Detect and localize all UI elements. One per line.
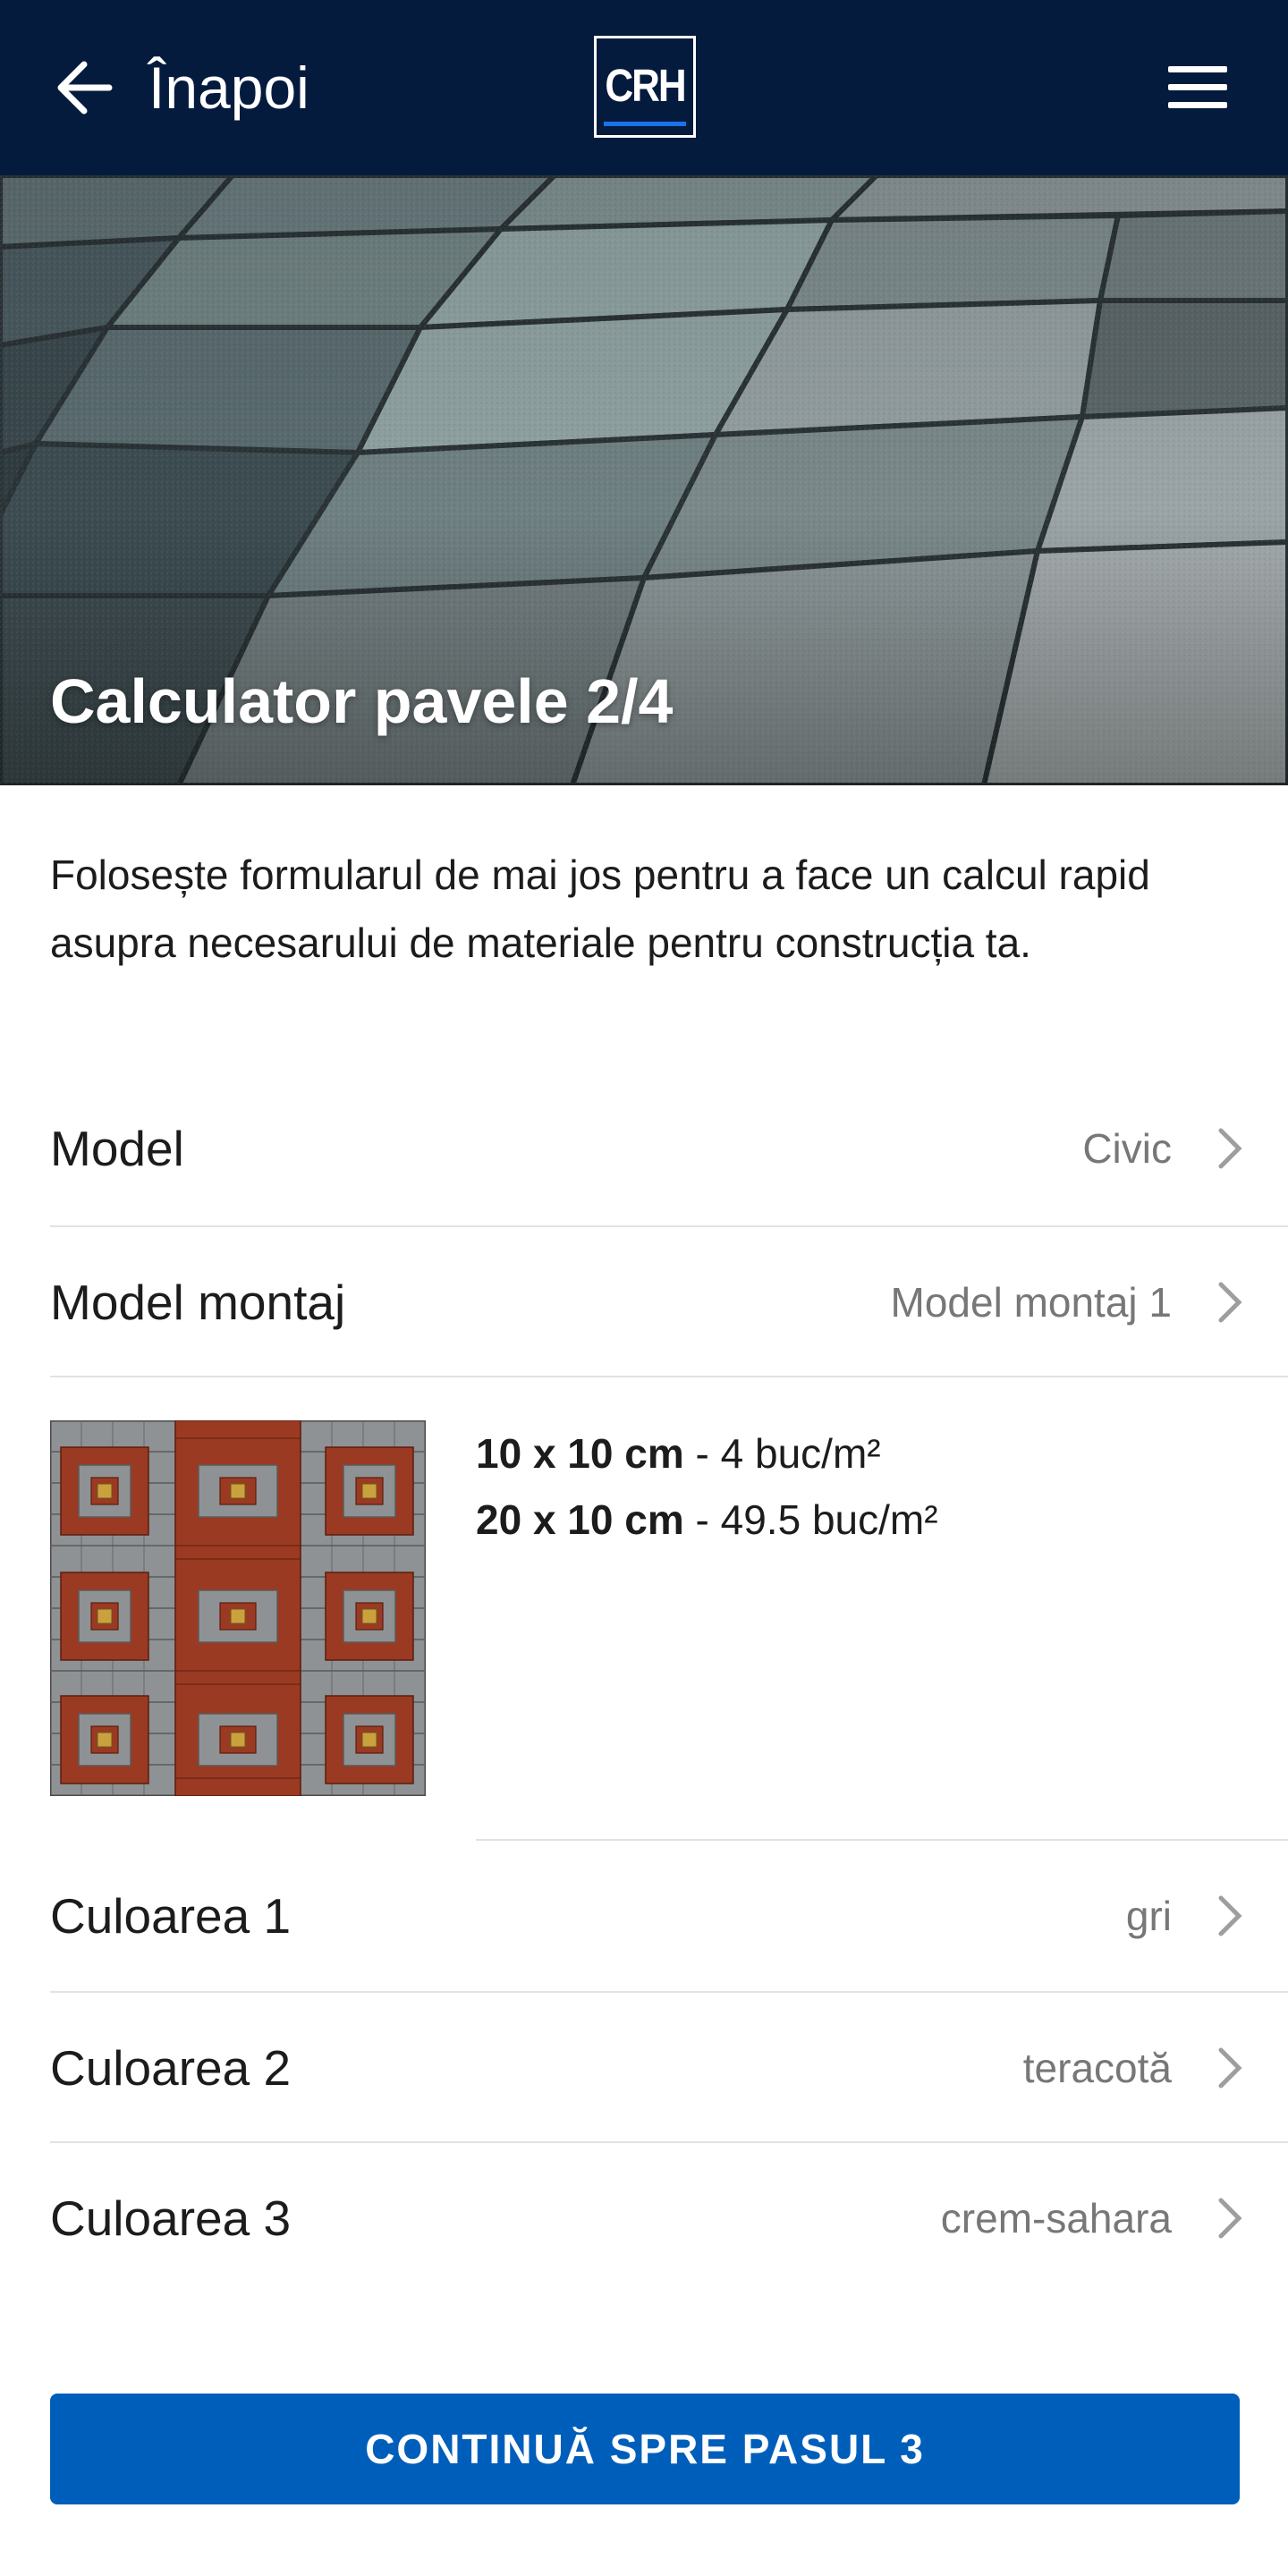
model-label: Model <box>50 1121 184 1176</box>
back-label: Înapoi <box>148 55 309 121</box>
model-montaj-select-row[interactable]: Model montaj Model montaj 1 <box>50 1227 1288 1377</box>
model-select-row[interactable]: Model Civic <box>50 1073 1288 1224</box>
continue-button-label: CONTINUĂ SPRE PASUL 3 <box>365 2426 925 2472</box>
intro-text: Folosește formularul de mai jos pentru a… <box>50 852 1150 966</box>
spec-qty: - 49.5 buc/m² <box>683 1496 938 1543</box>
pattern-specs: 10 x 10 cm - 4 buc/m² 20 x 10 cm - 49.5 … <box>476 1420 938 1553</box>
chevron-right-icon <box>1218 1128 1242 1169</box>
color1-value: gri <box>1125 1893 1172 1939</box>
spec-size: 20 x 10 cm <box>476 1496 684 1543</box>
chevron-right-icon <box>1218 1895 1242 1936</box>
color1-select-row[interactable]: Culoarea 1 gri <box>50 1841 1288 1991</box>
crh-logo[interactable]: CRH <box>594 36 696 138</box>
spec-size: 10 x 10 cm <box>476 1430 684 1477</box>
model-montaj-label: Model montaj <box>50 1275 346 1330</box>
model-montaj-value: Model montaj 1 <box>890 1279 1173 1326</box>
color2-select-row[interactable]: Culoarea 2 teracotă <box>50 1993 1288 2143</box>
back-button[interactable]: Înapoi <box>54 45 309 131</box>
color3-select-row[interactable]: Culoarea 3 crem-sahara <box>50 2143 1288 2293</box>
color3-value: crem-sahara <box>940 2195 1172 2241</box>
spec-line: 10 x 10 cm - 4 buc/m² <box>476 1420 938 1487</box>
laying-pattern-preview <box>50 1420 426 1796</box>
color1-label: Culoarea 1 <box>50 1888 292 1944</box>
spec-qty: - 4 buc/m² <box>683 1430 881 1477</box>
divider <box>50 1376 1288 1377</box>
color2-label: Culoarea 2 <box>50 2040 292 2096</box>
continue-button[interactable]: CONTINUĂ SPRE PASUL 3 <box>50 2394 1240 2504</box>
hamburger-menu-icon[interactable] <box>1168 63 1231 113</box>
hero-banner: Calculator pavele 2/4 <box>0 175 1288 785</box>
color3-label: Culoarea 3 <box>50 2190 292 2246</box>
page: Înapoi CRH Calculator pavele 2/4 Foloseș… <box>0 0 1288 2576</box>
chevron-right-icon <box>1218 2047 1242 2089</box>
page-title: Calculator pavele 2/4 <box>50 666 674 736</box>
logo-text: CRH <box>605 61 686 112</box>
color2-value: teracotă <box>1022 2045 1172 2091</box>
logo-underline <box>604 122 686 126</box>
top-bar: Înapoi CRH <box>0 0 1288 175</box>
spec-line: 20 x 10 cm - 49.5 buc/m² <box>476 1487 938 1553</box>
chevron-right-icon <box>1218 1282 1242 1323</box>
model-value: Civic <box>1082 1125 1172 1172</box>
arrow-left-icon <box>57 61 113 114</box>
chevron-right-icon <box>1218 2198 1242 2239</box>
